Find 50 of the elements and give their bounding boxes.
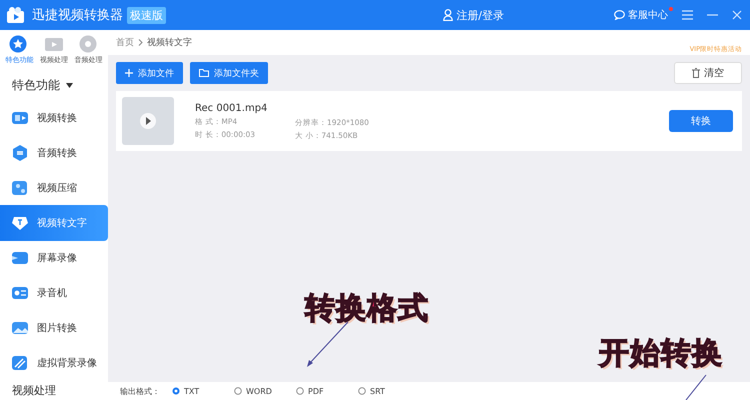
close-icon[interactable]	[732, 10, 742, 20]
login-link[interactable]: 注册/登录	[443, 8, 504, 22]
section-heading: 视频处理	[11, 383, 57, 400]
format-radio[interactable]: WORD	[234, 386, 296, 396]
format-radio[interactable]: PDF	[296, 386, 358, 396]
output-format-label: 输出格式：	[120, 386, 160, 396]
breadcrumb-current: 视频转文字	[147, 36, 192, 49]
edition-badge: 极速版	[127, 6, 166, 24]
sidebar-item[interactable]: 音频转换	[0, 135, 108, 170]
annotation-text: 转换格式	[305, 290, 429, 328]
radio-icon[interactable]	[296, 387, 304, 395]
folder-icon	[199, 69, 209, 77]
sidebar-item[interactable]: 图片转换	[0, 310, 108, 346]
support-link[interactable]: 客服中心	[614, 8, 668, 22]
app-title: 迅捷视频转换器	[32, 7, 123, 24]
add-file-button[interactable]: 添加文件	[116, 62, 183, 84]
caret-down-icon	[66, 83, 73, 88]
category-icon	[9, 35, 30, 53]
section-dropdown[interactable]: 特色功能	[0, 69, 108, 100]
category-icon	[44, 35, 64, 53]
chevron-right-icon	[138, 39, 143, 46]
sidebar-item[interactable]: 屏幕录像	[0, 240, 108, 276]
app-logo-icon	[6, 6, 26, 24]
radio-icon[interactable]	[358, 387, 366, 395]
add-folder-button[interactable]: 添加文件夹	[190, 62, 268, 84]
sidebar-item[interactable]: 视频转换	[0, 100, 108, 136]
convert-button[interactable]: 转换	[669, 110, 733, 132]
clear-button[interactable]: 清空	[674, 62, 742, 84]
feature-icon	[11, 144, 29, 162]
format-radio[interactable]: SRT	[358, 386, 420, 396]
sidebar-item[interactable]: 视频压缩	[0, 170, 108, 206]
file-name: Rec 0001.mp4	[195, 102, 268, 114]
radio-icon[interactable]	[172, 387, 180, 395]
menu-icon[interactable]	[682, 10, 693, 20]
feature-icon	[11, 354, 29, 372]
format-radio[interactable]: TXT	[172, 386, 234, 396]
radio-icon[interactable]	[234, 387, 242, 395]
annotation-arrow	[307, 322, 348, 367]
sidebar-item[interactable]: 虚拟背景录像	[0, 346, 108, 382]
chat-bubble-icon	[614, 10, 625, 20]
sidebar-item[interactable]: 录音机	[0, 276, 108, 311]
breadcrumb-link[interactable]: 首页	[116, 36, 134, 49]
feature-icon	[11, 178, 29, 197]
category-icon	[78, 35, 99, 53]
plus-icon	[125, 69, 133, 77]
trash-icon	[692, 68, 700, 78]
feature-icon	[11, 214, 29, 232]
play-icon	[139, 112, 157, 130]
user-icon	[443, 9, 454, 21]
annotation-text: 开始转换	[599, 335, 723, 373]
